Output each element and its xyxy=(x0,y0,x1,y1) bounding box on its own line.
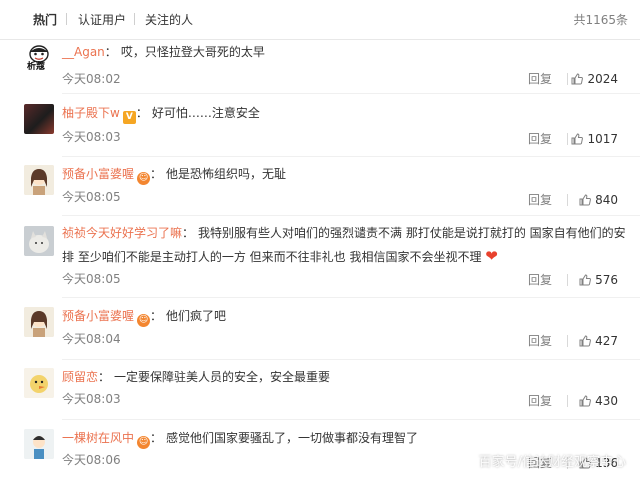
comment-body: 一棵树在风中 ☺：感觉他们国家要骚乱了，一切做事都没有理智了 xyxy=(62,431,419,449)
like-count: 576 xyxy=(595,273,618,287)
avatar[interactable] xyxy=(24,104,54,134)
comment-time: 今天08:04 xyxy=(62,332,121,346)
comment-time: 今天08:03 xyxy=(62,392,121,406)
tab-verified-users[interactable]: 认证用户 xyxy=(78,12,126,28)
like-count: 2024 xyxy=(587,72,618,86)
comment-divider xyxy=(62,297,640,298)
comment-item: 祯祯今天好好学习了嘛： 我特别服有些人对咱们的强烈谴责不满 那打仗能是说打就打的 … xyxy=(0,226,640,302)
action-divider xyxy=(567,274,568,286)
comment-text: 好可怕……注意安全 xyxy=(151,106,260,120)
avatar-caption: 析蔻 xyxy=(27,62,46,72)
like-count: 430 xyxy=(595,394,618,408)
cartoon-girl-icon xyxy=(24,165,54,195)
comment-item: 预备小富婆喔 ☺：他是恐怖组织吗，无耻 今天08:05 回复 840 xyxy=(0,165,640,221)
comment-tabs: 热门 认证用户 关注的人 共1165条 xyxy=(0,0,640,40)
comment-text: 他是恐怖组织吗，无耻 xyxy=(166,167,287,181)
avatar[interactable]: 析蔻 xyxy=(24,43,54,73)
like-button[interactable]: 576 xyxy=(579,272,618,288)
tab-divider xyxy=(66,13,67,25)
fan-badge-icon: ☺ xyxy=(137,172,151,185)
thumbs-up-icon xyxy=(579,274,592,286)
comment-item: 柚子殿下w V：好可怕……注意安全 今天08:03 回复 1017 xyxy=(0,104,640,160)
comment-body: 预备小富婆喔 ☺：他们疯了吧 xyxy=(62,309,227,327)
cartoon-boy-icon xyxy=(24,429,54,459)
comment-text: 他们疯了吧 xyxy=(166,309,227,323)
comment-body: __Agan： 哎，只怪拉登大哥死的太早 xyxy=(62,45,265,59)
tab-hot[interactable]: 热门 xyxy=(33,12,57,28)
comment-item: 预备小富婆喔 ☺：他们疯了吧 今天08:04 回复 427 xyxy=(0,307,640,363)
comment-total-count: 共1165条 xyxy=(573,13,628,27)
action-divider xyxy=(567,395,568,407)
vip-badge-icon: V xyxy=(122,111,136,124)
reply-button[interactable]: 回复 xyxy=(528,333,552,349)
comment-text: 感觉他们国家要骚乱了，一切做事都没有理智了 xyxy=(166,431,419,445)
comment-divider xyxy=(62,93,640,94)
like-count: 1017 xyxy=(587,132,618,146)
like-button[interactable]: 427 xyxy=(579,333,618,349)
thumbs-up-icon xyxy=(579,395,592,407)
username[interactable]: 预备小富婆喔 xyxy=(62,167,134,181)
like-button[interactable]: 840 xyxy=(579,192,618,208)
like-button[interactable]: 1017 xyxy=(571,131,618,147)
tab-following[interactable]: 关注的人 xyxy=(145,12,193,28)
reply-button[interactable]: 回复 xyxy=(528,272,552,288)
comment-divider xyxy=(62,215,640,216)
heart-emoji-icon: ❤ xyxy=(485,247,498,265)
like-count: 427 xyxy=(595,334,618,348)
watermark: 百家号/信达财经观察中心 xyxy=(478,455,626,470)
comment-divider xyxy=(62,156,640,157)
comment-divider xyxy=(62,359,640,360)
username[interactable]: 柚子殿下w xyxy=(62,106,120,120)
duck-icon xyxy=(24,368,54,398)
username[interactable]: 祯祯今天好好学习了嘛 xyxy=(62,226,182,240)
reply-button[interactable]: 回复 xyxy=(528,393,552,409)
cartoon-girl-icon xyxy=(24,307,54,337)
comment-item: 顾留恋： 一定要保障驻美人员的安全，安全最重要 今天08:03 回复 430 xyxy=(0,368,640,424)
comment-time: 今天08:06 xyxy=(62,453,121,467)
like-button[interactable]: 430 xyxy=(579,393,618,409)
action-divider xyxy=(567,73,568,85)
avatar[interactable] xyxy=(24,165,54,195)
username[interactable]: __Agan xyxy=(62,45,105,59)
cat-photo-icon xyxy=(24,226,54,256)
like-count: 840 xyxy=(595,193,618,207)
reply-button[interactable]: 回复 xyxy=(528,131,552,147)
like-button[interactable]: 2024 xyxy=(571,71,618,87)
comment-time: 今天08:02 xyxy=(62,72,121,86)
thumbs-up-icon xyxy=(579,194,592,206)
comment-time: 今天08:05 xyxy=(62,272,121,286)
tab-divider xyxy=(134,13,135,25)
avatar[interactable] xyxy=(24,368,54,398)
comment-body: 顾留恋： 一定要保障驻美人员的安全，安全最重要 xyxy=(62,370,331,384)
thumbs-up-icon xyxy=(571,133,584,145)
comment-text: 哎，只怪拉登大哥死的太早 xyxy=(120,45,265,59)
username[interactable]: 一棵树在风中 xyxy=(62,431,134,445)
comment-body: 预备小富婆喔 ☺：他是恐怖组织吗，无耻 xyxy=(62,167,287,185)
comment-item: 析蔻 __Agan： 哎，只怪拉登大哥死的太早 今天08:02 回复 2024 xyxy=(0,43,640,105)
username[interactable]: 预备小富婆喔 xyxy=(62,309,134,323)
action-divider xyxy=(567,133,568,145)
fan-badge-icon: ☺ xyxy=(137,314,151,327)
comment-body: 柚子殿下w V：好可怕……注意安全 xyxy=(62,106,260,124)
action-divider xyxy=(567,194,568,206)
comment-body: 祯祯今天好好学习了嘛： 我特别服有些人对咱们的强烈谴责不满 那打仗能是说打就打的 … xyxy=(62,226,626,265)
comment-time: 今天08:05 xyxy=(62,190,121,204)
comment-text: 一定要保障驻美人员的安全，安全最重要 xyxy=(114,370,331,384)
reply-button[interactable]: 回复 xyxy=(528,71,552,87)
thumbs-up-icon xyxy=(571,73,584,85)
thumbs-up-icon xyxy=(579,335,592,347)
comment-time: 今天08:03 xyxy=(62,130,121,144)
username[interactable]: 顾留恋 xyxy=(62,370,98,384)
avatar[interactable] xyxy=(24,226,54,256)
comment-divider xyxy=(62,419,640,420)
fan-badge-icon: ☺ xyxy=(137,436,151,449)
avatar[interactable] xyxy=(24,307,54,337)
reply-button[interactable]: 回复 xyxy=(528,192,552,208)
action-divider xyxy=(567,335,568,347)
avatar[interactable] xyxy=(24,429,54,459)
